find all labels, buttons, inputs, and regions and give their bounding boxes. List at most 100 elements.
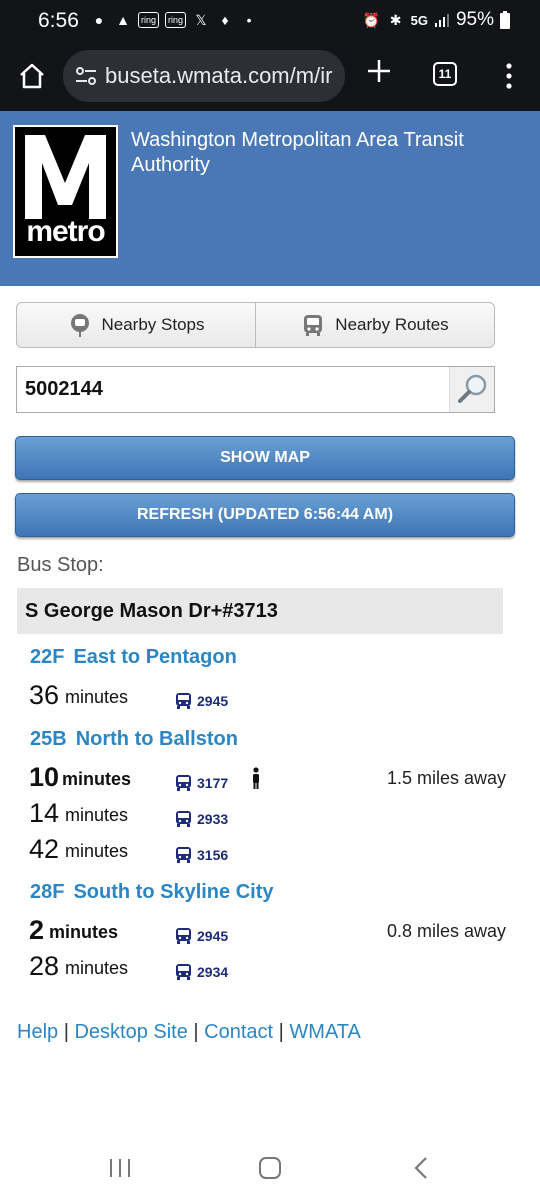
arrival-unit: minutes [65, 687, 129, 707]
nearby-stops-button[interactable]: Nearby Stops [17, 303, 255, 347]
wmata-link[interactable]: WMATA [289, 1021, 360, 1043]
metro-logo[interactable]: metro [13, 125, 118, 258]
vehicle-number: 2933 [197, 810, 229, 827]
system-icons: ⏰ ✱ 5G 95% [363, 9, 510, 31]
home-nav-icon[interactable] [259, 1157, 281, 1179]
bus-icon [176, 811, 191, 827]
vehicle-info: 2945 [175, 692, 228, 709]
vehicle-number: 2945 [197, 692, 229, 709]
route-title-25b[interactable]: 25B North to Ballston [30, 728, 238, 751]
arrival-unit: minutes [65, 805, 129, 825]
route-direction: North to Ballston [75, 728, 238, 750]
bus-icon [304, 315, 323, 336]
stop-name: S George Mason Dr+#3713 [17, 588, 503, 634]
arrival-row: 28 minutes 2934 [29, 947, 519, 981]
recent-apps-icon[interactable] [108, 1157, 132, 1179]
bus-icon [176, 775, 191, 791]
route-id: 25B [30, 728, 67, 750]
stop-search [16, 366, 495, 413]
arrival-row: 36 minutes 2945 [29, 676, 519, 710]
ring-icon: ring [165, 12, 187, 28]
browser-toolbar: buseta.wmata.com/m/ir 11 [0, 44, 540, 111]
link-separator: | [58, 1021, 75, 1043]
route-title-22f[interactable]: 22F East to Pentagon [30, 646, 237, 669]
nearby-routes-button[interactable]: Nearby Routes [255, 303, 494, 347]
network-type: 5G [410, 12, 428, 28]
refresh-button[interactable]: REFRESH (UPDATED 6:56:44 AM) [15, 493, 515, 537]
arrival-minutes: 10 [29, 762, 60, 792]
system-nav-bar [0, 1130, 540, 1200]
home-icon[interactable] [18, 62, 46, 90]
x-app-icon: 𝕏 [195, 12, 207, 28]
new-tab-icon[interactable] [366, 58, 392, 84]
arrival-unit: minutes [65, 841, 129, 861]
arrival-minutes: 2 [29, 915, 45, 945]
bus-icon [176, 693, 191, 709]
bus-icon [176, 928, 191, 944]
footer-links: Help | Desktop Site | Contact | WMATA [17, 1021, 361, 1044]
nearby-toggle: Nearby Stops Nearby Routes [16, 302, 495, 348]
vehicle-info: 2933 [175, 810, 228, 827]
battery-icon [500, 11, 510, 29]
metro-logo-text: metro [26, 215, 105, 248]
vehicle-number: 3177 [197, 774, 229, 791]
arrival-minutes: 36 [29, 680, 60, 710]
chat-icon: ● [94, 12, 104, 28]
route-id: 22F [30, 646, 65, 668]
arrival-unit: minutes [65, 958, 129, 978]
vehicle-info: 2934 [175, 963, 228, 980]
link-separator: | [273, 1021, 290, 1043]
vehicle-distance: 0.8 miles away [386, 921, 506, 941]
bus-stop-sign-icon [70, 314, 89, 337]
ring-icon: ring [138, 12, 160, 28]
notification-icons: ● ▲ ring ring 𝕏 ♦ • [90, 11, 258, 29]
bell-icon: ♦ [221, 12, 229, 28]
address-bar[interactable]: buseta.wmata.com/m/ir [63, 50, 345, 102]
battery-percent: 95% [455, 9, 494, 30]
bus-icon [176, 964, 191, 980]
standing-person-icon [253, 767, 259, 789]
arrival-minutes: 14 [29, 798, 60, 828]
agency-title: Washington Metropolitan Area Transit Aut… [131, 129, 464, 176]
vehicle-number: 2934 [197, 963, 229, 980]
signal-icon [434, 14, 449, 27]
tab-switcher-button[interactable]: 11 [433, 62, 457, 86]
arrival-row: 14 minutes 2933 [29, 794, 519, 828]
vehicle-number: 2945 [197, 927, 229, 944]
site-settings-icon[interactable] [75, 66, 97, 86]
vehicle-distance: 1.5 miles away [386, 768, 506, 788]
nearby-stops-label: Nearby Stops [101, 315, 205, 334]
route-direction: East to Pentagon [73, 646, 237, 668]
show-map-button[interactable]: SHOW MAP [15, 436, 515, 480]
route-direction: South to Skyline City [73, 881, 274, 903]
status-bar: 6:56 ● ▲ ring ring 𝕏 ♦ • ⏰ ✱ 5G 95% [0, 0, 540, 44]
vehicle-number: 3156 [197, 846, 229, 863]
search-button[interactable] [449, 367, 494, 412]
more-menu-icon[interactable] [506, 62, 512, 90]
contact-link[interactable]: Contact [204, 1021, 273, 1043]
metro-m-icon [25, 135, 106, 219]
desktop-site-link[interactable]: Desktop Site [74, 1021, 187, 1043]
bus-icon [176, 847, 191, 863]
nearby-routes-label: Nearby Routes [335, 315, 449, 334]
arrival-minutes: 42 [29, 834, 60, 864]
link-separator: | [187, 1021, 205, 1043]
status-time: 6:56 [38, 9, 79, 32]
route-id: 28F [30, 881, 65, 903]
help-link[interactable]: Help [17, 1021, 58, 1043]
vehicle-info: 2945 [175, 927, 228, 944]
url-text: buseta.wmata.com/m/ir [105, 63, 333, 88]
arrival-row: 2 minutes 2945 0.8 miles away [29, 911, 519, 945]
bluetooth-icon: ✱ [389, 12, 402, 28]
route-title-28f[interactable]: 28F South to Skyline City [30, 881, 274, 904]
stop-id-input[interactable] [17, 367, 449, 412]
back-icon[interactable] [412, 1156, 430, 1180]
arrival-row: 10 minutes 3177 1.5 miles away [29, 758, 519, 792]
arrival-unit: minutes [49, 922, 119, 942]
arrival-unit: minutes [62, 769, 132, 789]
bus-stop-heading: Bus Stop: [17, 554, 104, 576]
snapchat-icon: ▲ [116, 12, 130, 28]
arrival-minutes: 28 [29, 951, 60, 981]
more-notifications-icon: • [246, 12, 252, 28]
magnifier-icon [458, 374, 487, 403]
